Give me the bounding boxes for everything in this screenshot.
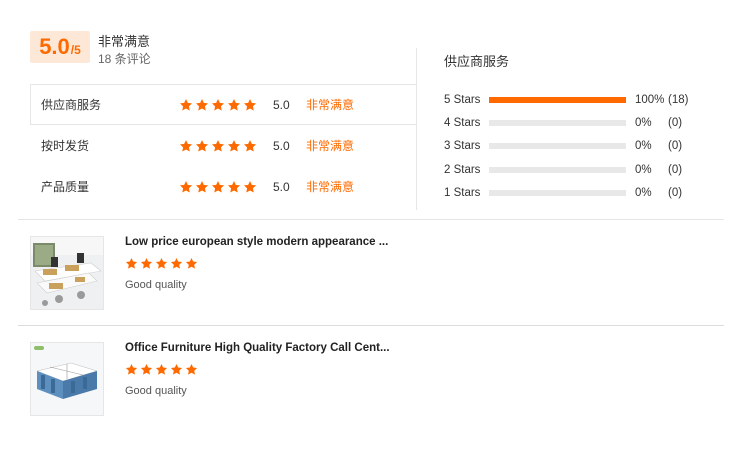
review-product-title[interactable]: Office Furniture High Quality Factory Ca…	[125, 342, 390, 354]
star-icon	[195, 180, 209, 192]
rating-text: 非常满意	[306, 180, 355, 194]
breakdown-row-2[interactable]: 2 Stars 0% (0)	[444, 158, 714, 181]
star-icon	[155, 257, 168, 269]
office-desk-image	[31, 237, 103, 309]
progress-track	[489, 189, 626, 196]
ratings-table: 供应商服务 5.0 非常满意 按时发货 5.0 非常满意 产品质量 5.0 非常…	[30, 84, 416, 207]
breakdown-label: 1 Stars	[444, 186, 481, 199]
breakdown-count: (0)	[668, 163, 683, 176]
rating-row-supplier-service[interactable]: 供应商服务 5.0 非常满意	[30, 84, 416, 125]
vertical-divider	[416, 48, 417, 210]
star-icon	[243, 139, 257, 151]
review-item: Low price european style modern appearan…	[30, 236, 720, 312]
breakdown-count: (0)	[668, 140, 683, 153]
breakdown-row-1[interactable]: 1 Stars 0% (0)	[444, 181, 714, 204]
star-icon	[140, 363, 153, 375]
rating-score: 5.0	[273, 179, 290, 194]
breakdown-label: 5 Stars	[444, 93, 481, 106]
breakdown-percent: 0%	[635, 140, 652, 153]
cubicle-workstation-image	[31, 343, 103, 415]
star-icon	[125, 363, 138, 375]
progress-track	[489, 96, 626, 103]
star-icon	[179, 180, 193, 192]
star-icon	[170, 363, 183, 375]
review-stars	[125, 363, 198, 376]
star-icon	[211, 98, 225, 110]
product-thumbnail[interactable]	[30, 236, 104, 310]
rating-stars	[179, 180, 257, 194]
progress-fill	[489, 96, 626, 103]
star-icon	[125, 257, 138, 269]
star-icon	[179, 98, 193, 110]
star-icon	[140, 257, 153, 269]
rating-score: 5.0	[273, 138, 290, 153]
breakdown-label: 3 Stars	[444, 140, 481, 153]
review-comment: Good quality	[125, 385, 187, 397]
review-divider	[18, 325, 724, 326]
overall-score-badge: 5.0 /5	[30, 31, 90, 63]
breakdown-percent: 0%	[635, 163, 652, 176]
breakdown-row-5[interactable]: 5 Stars 100% (18)	[444, 88, 714, 111]
breakdown-row-3[interactable]: 3 Stars 0% (0)	[444, 135, 714, 158]
star-icon	[211, 180, 225, 192]
breakdown-percent: 0%	[635, 186, 652, 199]
review-product-title[interactable]: Low price european style modern appearan…	[125, 236, 388, 248]
progress-track	[489, 119, 626, 126]
star-icon	[195, 139, 209, 151]
breakdown-label: 2 Stars	[444, 163, 481, 176]
review-count: 18 条评论	[98, 52, 151, 66]
rating-stars	[179, 98, 257, 112]
rating-row-on-time-delivery[interactable]: 按时发货 5.0 非常满意	[30, 125, 416, 166]
star-icon	[155, 363, 168, 375]
star-icon	[227, 139, 241, 151]
breakdown-count: (0)	[668, 186, 683, 199]
rating-score: 5.0	[273, 97, 290, 112]
rating-stars	[179, 139, 257, 153]
rating-label: 产品质量	[41, 180, 90, 194]
rating-text: 非常满意	[306, 98, 355, 112]
star-icon	[227, 180, 241, 192]
breakdown-label: 4 Stars	[444, 116, 481, 129]
progress-track	[489, 143, 626, 150]
score-denominator: /5	[70, 43, 81, 57]
progress-track	[489, 166, 626, 173]
rating-label: 供应商服务	[41, 98, 102, 112]
star-icon	[170, 257, 183, 269]
star-icon	[195, 98, 209, 110]
breakdown-count: (18)	[668, 93, 689, 106]
review-comment: Good quality	[125, 279, 187, 291]
breakdown-title: 供应商服务	[444, 54, 510, 69]
overall-score: 5.0	[39, 34, 70, 59]
star-icon	[185, 257, 198, 269]
star-icon	[227, 98, 241, 110]
rating-row-product-quality[interactable]: 产品质量 5.0 非常满意	[30, 166, 416, 207]
review-stars	[125, 257, 198, 270]
breakdown-count: (0)	[668, 116, 683, 129]
rating-label: 按时发货	[41, 139, 90, 153]
review-item: Office Furniture High Quality Factory Ca…	[30, 342, 720, 418]
star-icon	[243, 180, 257, 192]
rating-text: 非常满意	[306, 139, 355, 153]
product-thumbnail[interactable]	[30, 342, 104, 416]
section-divider	[18, 219, 724, 220]
star-breakdown: 5 Stars 100% (18) 4 Stars 0% (0) 3 Stars…	[444, 88, 714, 204]
star-icon	[179, 139, 193, 151]
star-icon	[185, 363, 198, 375]
star-icon	[211, 139, 225, 151]
star-icon	[243, 98, 257, 110]
breakdown-percent: 100%	[635, 93, 665, 106]
breakdown-row-4[interactable]: 4 Stars 0% (0)	[444, 111, 714, 134]
overall-rating-label: 非常满意	[98, 34, 151, 49]
breakdown-percent: 0%	[635, 116, 652, 129]
